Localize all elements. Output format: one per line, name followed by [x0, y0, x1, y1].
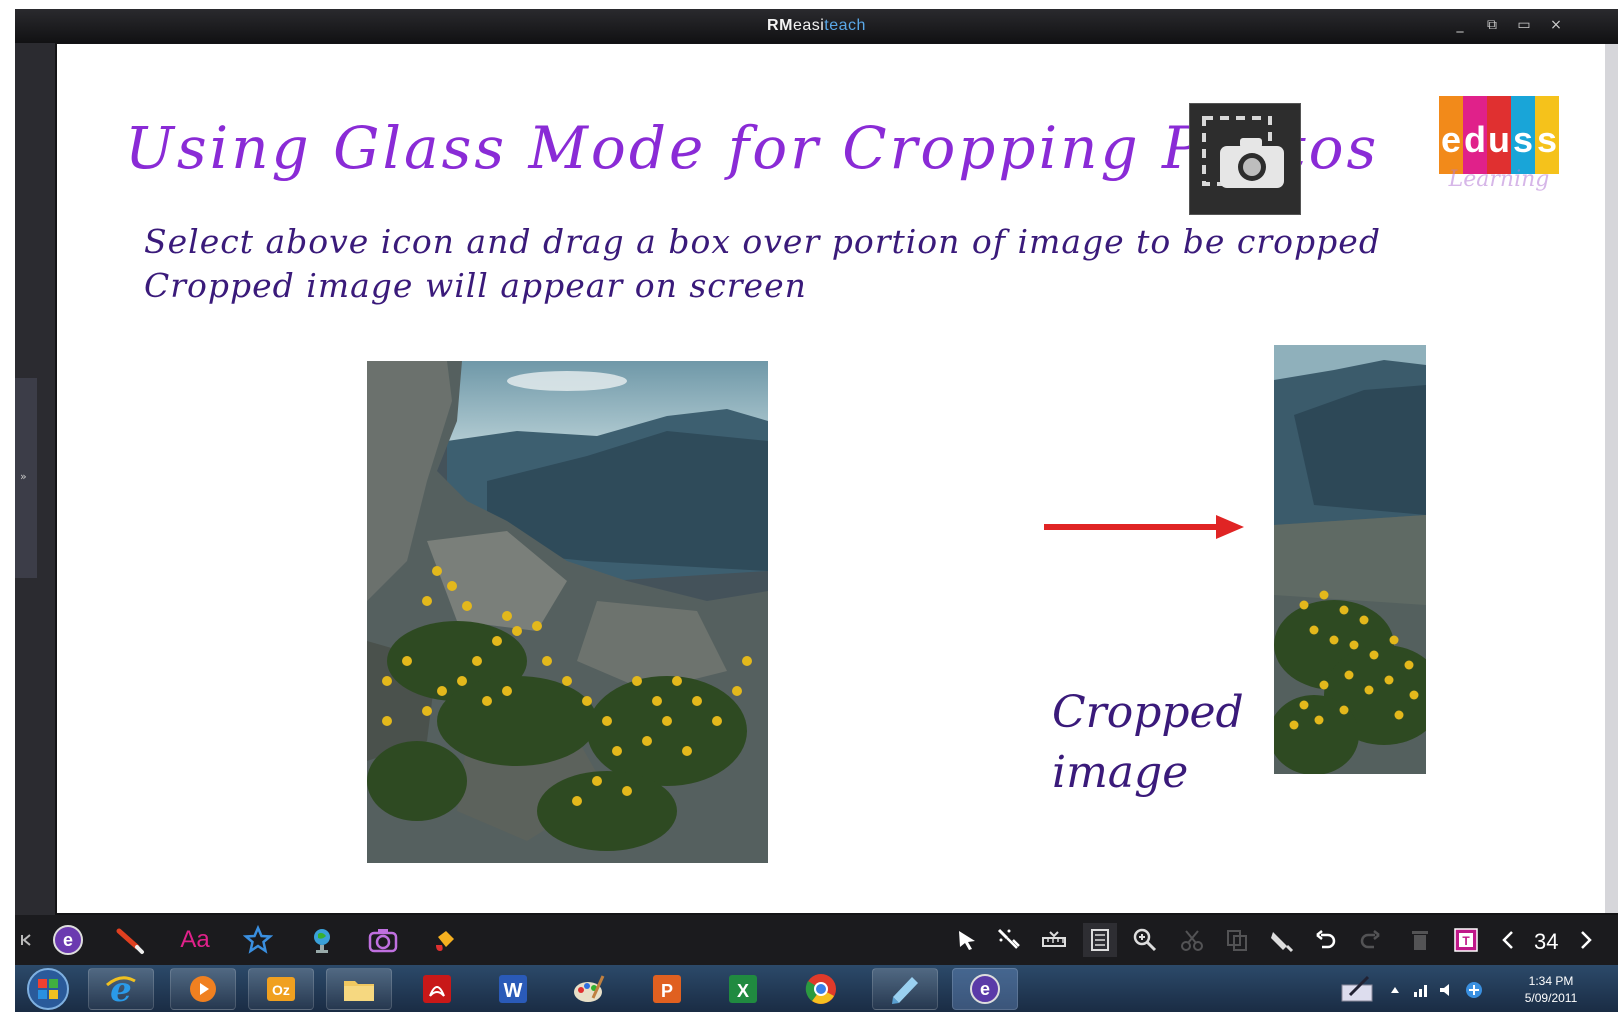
svg-text:X: X: [737, 981, 749, 1001]
camera-crop-icon: [1189, 103, 1301, 215]
page-number: 34: [1534, 929, 1559, 954]
select-icon[interactable]: [950, 923, 984, 957]
cropped-photo[interactable]: [1274, 345, 1426, 774]
globe-icon[interactable]: [305, 922, 339, 958]
pen-input-icon[interactable]: [1340, 970, 1374, 1006]
cut-icon[interactable]: [1175, 923, 1209, 957]
svg-text:s: s: [1537, 119, 1557, 160]
maximize-button[interactable]: ▭: [1513, 17, 1535, 33]
excel-icon[interactable]: X: [710, 968, 776, 1010]
app-title: RMeasiteach: [767, 17, 866, 34]
chrome-icon[interactable]: [788, 968, 854, 1010]
file-explorer-icon[interactable]: [326, 968, 392, 1010]
restore-button[interactable]: ⧉: [1481, 17, 1503, 33]
zoom-icon[interactable]: [1128, 923, 1162, 957]
acrobat-icon[interactable]: [404, 968, 470, 1010]
clock-time: 1:34 PM: [1528, 974, 1574, 988]
tray-app-icon[interactable]: [1462, 972, 1486, 1008]
original-photo[interactable]: [367, 361, 768, 863]
prev-page-icon[interactable]: [1496, 923, 1520, 957]
delete-icon[interactable]: [1403, 923, 1437, 957]
powerpoint-icon[interactable]: P: [634, 968, 700, 1010]
red-arrow-icon: [1044, 515, 1244, 539]
copy-icon[interactable]: [1220, 923, 1254, 957]
word-icon[interactable]: W: [480, 968, 546, 1010]
svg-text:s: s: [1513, 119, 1533, 160]
collapse-icon[interactable]: [17, 922, 35, 958]
tray-expand-icon[interactable]: [1387, 972, 1403, 1008]
instruction-line-2: Cropped image will appear on screen: [144, 266, 807, 305]
pen-icon[interactable]: [113, 922, 147, 958]
camera-icon[interactable]: [366, 922, 400, 958]
svg-text:e: e: [980, 979, 990, 999]
svg-text:P: P: [661, 981, 673, 1001]
outlook-icon[interactable]: Oz: [248, 968, 314, 1010]
expand-chevron-icon: »: [20, 470, 27, 483]
ruler-icon[interactable]: [1037, 923, 1071, 957]
onenote-icon[interactable]: [872, 968, 938, 1010]
star-shape-icon[interactable]: [241, 922, 275, 958]
svg-text:e: e: [1441, 119, 1461, 160]
fill-icon[interactable]: [428, 922, 462, 958]
close-button[interactable]: ×: [1545, 17, 1567, 33]
svg-text:T: T: [1462, 934, 1470, 948]
magic-pen-icon[interactable]: [992, 923, 1026, 957]
undo-icon[interactable]: [1309, 923, 1343, 957]
right-scroll-edge: [1605, 44, 1618, 913]
start-orb-icon[interactable]: [18, 968, 78, 1010]
network-icon[interactable]: [1410, 972, 1432, 1008]
cropped-label-line2: image: [1052, 747, 1189, 798]
cropped-label-line1: Cropped: [1052, 687, 1244, 738]
easiteach-task-icon[interactable]: e: [952, 968, 1018, 1010]
redo-icon[interactable]: [1353, 923, 1387, 957]
glass-icon[interactable]: [1083, 923, 1117, 957]
internet-explorer-icon[interactable]: e: [88, 968, 154, 1010]
instruction-line-1: Select above icon and drag a box over po…: [144, 222, 1381, 261]
text-icon[interactable]: Aa: [175, 922, 215, 958]
svg-text:d: d: [1464, 119, 1486, 160]
svg-text:W: W: [504, 980, 523, 1002]
sidebar-expand-handle[interactable]: »: [15, 378, 37, 578]
paint-icon[interactable]: [556, 968, 622, 1010]
eduss-logo: eduss Learning: [1439, 96, 1559, 192]
media-player-icon[interactable]: [170, 968, 236, 1010]
svg-text:e: e: [63, 930, 73, 950]
svg-text:Learning: Learning: [1448, 167, 1550, 192]
minimize-button[interactable]: _: [1449, 17, 1471, 33]
svg-text:e: e: [110, 971, 132, 1007]
next-page-icon[interactable]: [1574, 923, 1598, 957]
system-clock[interactable]: 1:34 PM 5/09/2011: [1516, 973, 1586, 1007]
paste-icon[interactable]: [1264, 923, 1298, 957]
textbox-icon[interactable]: T: [1449, 923, 1483, 957]
title-bar: RMeasiteach _ ⧉ ▭ ×: [15, 9, 1618, 43]
volume-icon[interactable]: [1436, 972, 1458, 1008]
svg-text:Oz: Oz: [272, 982, 290, 998]
easiteach-icon[interactable]: e: [51, 922, 85, 958]
clock-date: 5/09/2011: [1524, 991, 1578, 1005]
svg-text:u: u: [1488, 119, 1510, 160]
